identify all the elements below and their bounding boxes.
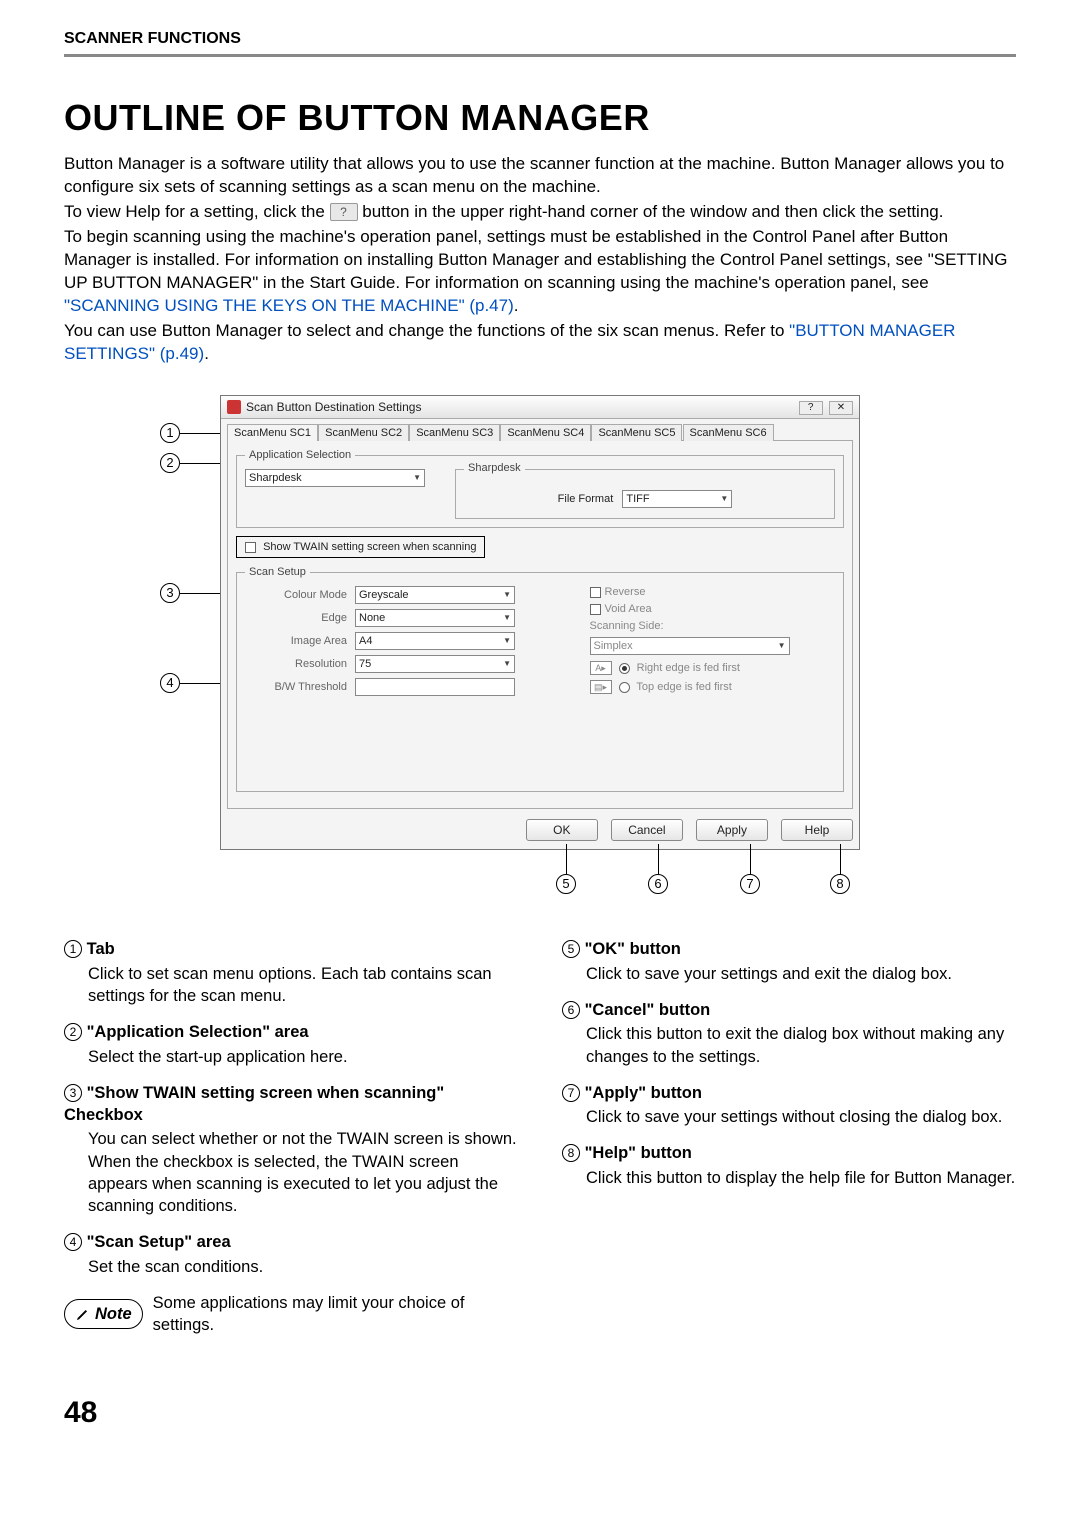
colour-mode-label: Colour Mode: [245, 589, 355, 601]
help-icon: ?: [330, 203, 358, 221]
intro-text: Button Manager is a software utility tha…: [64, 153, 1016, 365]
titlebar-help-icon[interactable]: ?: [799, 401, 823, 415]
callout-5: 5: [556, 874, 576, 894]
file-format-select[interactable]: TIFF: [622, 490, 732, 508]
help-button[interactable]: Help: [781, 819, 853, 841]
dialog-window: Scan Button Destination Settings ? ✕ Sca…: [220, 395, 860, 850]
desc-left-col: 1 Tab Click to set scan menu options. Ea…: [64, 938, 518, 1336]
sharpdesk-legend: Sharpdesk: [464, 462, 525, 474]
image-area-select[interactable]: A4: [355, 632, 515, 650]
callout-2: 2: [160, 453, 180, 473]
screenshot: 1 2 3 4 Scan Button Destination Settings…: [220, 395, 860, 898]
edge-select[interactable]: None: [355, 609, 515, 627]
resolution-select[interactable]: 75: [355, 655, 515, 673]
tab-sc6[interactable]: ScanMenu SC6: [683, 424, 774, 441]
tab-sc3[interactable]: ScanMenu SC3: [409, 424, 500, 441]
pencil-icon: [75, 1306, 91, 1322]
scanning-side-select[interactable]: Simplex: [590, 637, 790, 655]
header-rule: [64, 54, 1016, 57]
button-row: OK Cancel Apply Help: [221, 815, 859, 849]
app-icon: [227, 400, 241, 414]
bw-threshold-label: B/W Threshold: [245, 681, 355, 693]
feed-orientation-a-icon: A▸: [590, 661, 612, 675]
callout-1: 1: [160, 423, 180, 443]
window-title: Scan Button Destination Settings: [246, 400, 421, 414]
app-select[interactable]: Sharpdesk: [245, 469, 425, 487]
apply-button[interactable]: Apply: [696, 819, 768, 841]
ok-button[interactable]: OK: [526, 819, 598, 841]
file-format-label: File Format: [558, 493, 614, 505]
titlebar: Scan Button Destination Settings ? ✕: [221, 396, 859, 419]
tab-sc5[interactable]: ScanMenu SC5: [591, 424, 682, 441]
feed-top-radio[interactable]: [619, 682, 630, 693]
tab-sc4[interactable]: ScanMenu SC4: [500, 424, 591, 441]
twain-checkbox[interactable]: [245, 542, 256, 553]
callout-4: 4: [160, 673, 180, 693]
resolution-label: Resolution: [245, 658, 355, 670]
colour-mode-select[interactable]: Greyscale: [355, 586, 515, 604]
close-icon[interactable]: ✕: [829, 401, 853, 415]
scan-setup-area: Scan Setup Colour Mode Greyscale Edge No…: [236, 566, 844, 792]
feed-orientation-b-icon: ▤▸: [590, 680, 612, 694]
tab-strip: ScanMenu SC1 ScanMenu SC2 ScanMenu SC3 S…: [221, 419, 859, 440]
note-box: Note Some applications may limit your ch…: [64, 1292, 518, 1337]
cancel-button[interactable]: Cancel: [611, 819, 683, 841]
reverse-checkbox[interactable]: [590, 587, 601, 598]
edge-label: Edge: [245, 612, 355, 624]
page-number: 48: [64, 1396, 1016, 1430]
feed-right-radio[interactable]: [619, 663, 630, 674]
note-badge: Note: [64, 1299, 143, 1329]
callout-6: 6: [648, 874, 668, 894]
image-area-label: Image Area: [245, 635, 355, 647]
void-area-checkbox[interactable]: [590, 604, 601, 615]
callout-8: 8: [830, 874, 850, 894]
callout-3: 3: [160, 583, 180, 603]
desc-right-col: 5 "OK" button Click to save your setting…: [562, 938, 1016, 1336]
page-title: OUTLINE OF BUTTON MANAGER: [64, 97, 1016, 139]
application-selection-area: Application Selection Sharpdesk Sharpdes…: [236, 449, 844, 528]
section-header: SCANNER FUNCTIONS: [64, 30, 1016, 54]
link-scan-keys[interactable]: "SCANNING USING THE KEYS ON THE MACHINE"…: [64, 296, 514, 315]
callout-7: 7: [740, 874, 760, 894]
twain-checkbox-row[interactable]: Show TWAIN setting screen when scanning: [236, 536, 485, 558]
scanning-side-label: Scanning Side:: [590, 620, 836, 632]
tab-sc2[interactable]: ScanMenu SC2: [318, 424, 409, 441]
tab-sc1[interactable]: ScanMenu SC1: [227, 424, 318, 441]
bw-threshold-input[interactable]: [355, 678, 515, 696]
